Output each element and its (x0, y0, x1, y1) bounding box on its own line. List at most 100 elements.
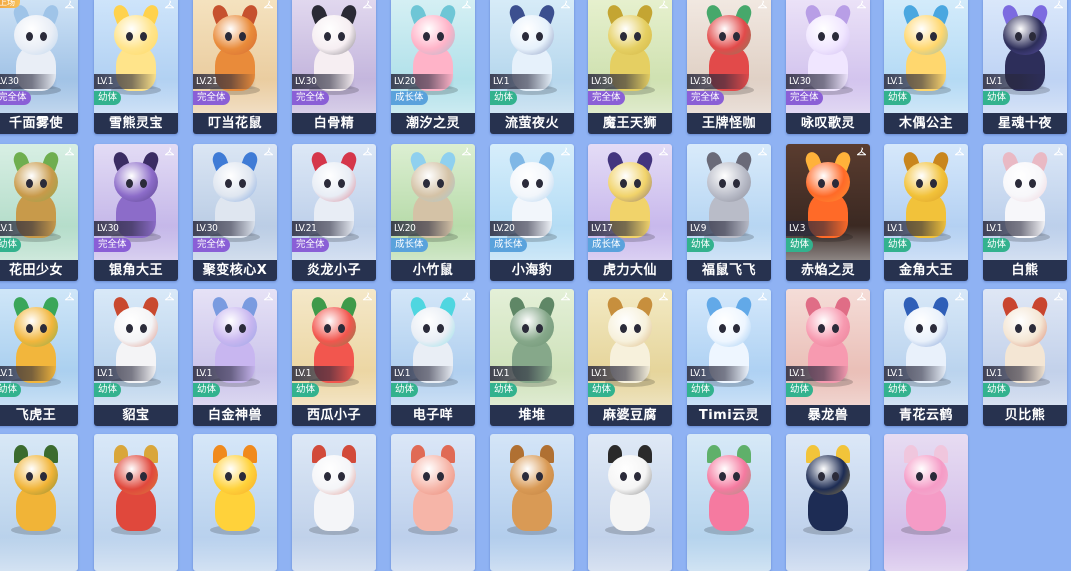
pet-stage-badge: 成长体 (490, 238, 527, 252)
pet-stage-badge: 完全体 (94, 238, 131, 252)
hanger-icon (65, 0, 74, 9)
pet-card[interactable]: LV.1 幼体 西瓜小子 (292, 289, 376, 426)
pet-card[interactable]: LV.1 幼体 电子咩 (391, 289, 475, 426)
pet-stage-badge: 完全体 (193, 91, 230, 105)
hanger-icon (165, 292, 174, 301)
hanger-icon (955, 292, 964, 301)
pet-name: 花田少女 (0, 260, 78, 281)
pet-card[interactable]: LV.1 幼体 贝比熊 (983, 289, 1067, 426)
pet-card[interactable]: LV.9 幼体 福鼠飞飞 (687, 144, 771, 281)
pet-card[interactable]: LV.1 幼体飞虎王 (0, 289, 78, 426)
pet-stage-badge: 幼体 (0, 383, 22, 397)
pet-stage-badge: 完全体 (588, 91, 625, 105)
pet-card[interactable]: LV.1 幼体 白熊 (983, 144, 1067, 281)
pet-name: 木偶公主 (884, 113, 968, 134)
pet-level: LV.1 (0, 366, 57, 381)
pet-name: 飞虎王 (0, 405, 78, 426)
hanger-icon (758, 292, 767, 301)
pet-name: 白金神兽 (193, 405, 277, 426)
pet-card[interactable]: LV.1 幼体 白金神兽 (193, 289, 277, 426)
hanger-icon (758, 0, 767, 9)
pet-name: 贝比熊 (983, 405, 1067, 426)
pet-card[interactable] (391, 434, 475, 571)
pet-card[interactable]: LV.17 成长体 虎力大仙 (588, 144, 672, 281)
pet-name: 雪熊灵宝 (94, 113, 178, 134)
pet-name: 叮当花鼠 (193, 113, 277, 134)
pet-card[interactable]: LV.1 幼体 麻婆豆腐 (588, 289, 672, 426)
pet-level: LV.1 (687, 366, 750, 381)
pet-level: LV.21 (292, 221, 355, 236)
pet-level: LV.1 (786, 366, 849, 381)
pet-card[interactable]: LV.30 完全体 王牌怪咖 (687, 0, 771, 134)
pet-card[interactable]: LV.1 幼体 雪熊灵宝 (94, 0, 178, 134)
pet-card[interactable]: LV.1 幼体花田少女 (0, 144, 78, 281)
pet-name: 暴龙兽 (786, 405, 870, 426)
pet-card[interactable] (490, 434, 574, 571)
pet-card[interactable]: 上场 LV.30 完全体千面雾使 (0, 0, 78, 134)
pet-name: 貂宝 (94, 405, 178, 426)
hanger-icon (955, 147, 964, 156)
pet-card[interactable]: LV.1 幼体 木偶公主 (884, 0, 968, 134)
pet-level: LV.30 (292, 74, 355, 89)
pet-level: LV.21 (193, 74, 256, 89)
pet-card[interactable]: LV.30 完全体 聚变核心X (193, 144, 277, 281)
pet-level: LV.1 (588, 366, 651, 381)
pet-card[interactable]: LV.30 完全体 魔王天狮 (588, 0, 672, 134)
pet-card[interactable]: LV.1 幼体 貂宝 (94, 289, 178, 426)
pet-portrait (94, 434, 178, 571)
pet-card[interactable]: LV.1 幼体 青花云鹤 (884, 289, 968, 426)
pet-card[interactable]: LV.21 完全体 炎龙小子 (292, 144, 376, 281)
pet-card[interactable]: LV.1 幼体 星魂十夜 (983, 0, 1067, 134)
pet-stage-badge: 幼体 (983, 91, 1011, 105)
pet-name: 潮汐之灵 (391, 113, 475, 134)
pet-stage-badge: 幼体 (391, 383, 419, 397)
pet-card[interactable] (588, 434, 672, 571)
pet-stage-badge: 幼体 (94, 383, 122, 397)
pet-card[interactable]: LV.1 幼体 流萤夜火 (490, 0, 574, 134)
pet-card[interactable]: LV.20 成长体 潮汐之灵 (391, 0, 475, 134)
pet-card[interactable]: LV.20 成长体 小竹鼠 (391, 144, 475, 281)
pet-card[interactable]: LV.30 完全体 银角大王 (94, 144, 178, 281)
pet-card[interactable] (94, 434, 178, 571)
pet-card[interactable]: LV.30 完全体 白骨精 (292, 0, 376, 134)
hanger-icon (65, 292, 74, 301)
pet-level: LV.30 (94, 221, 157, 236)
pet-stage-badge: 完全体 (292, 238, 329, 252)
pet-card[interactable] (687, 434, 771, 571)
pet-card[interactable]: LV.1 幼体 金角大王 (884, 144, 968, 281)
pet-card[interactable]: LV.30 完全体 咏叹歌灵 (786, 0, 870, 134)
pet-stage-badge: 幼体 (687, 238, 715, 252)
pet-level: LV.1 (983, 74, 1046, 89)
pet-level: LV.17 (588, 221, 651, 236)
hanger-icon (264, 147, 273, 156)
pet-stage-badge: 幼体 (687, 383, 715, 397)
pet-stage-badge: 幼体 (884, 383, 912, 397)
pet-level: LV.1 (884, 221, 947, 236)
pet-card[interactable] (292, 434, 376, 571)
pet-card[interactable] (193, 434, 277, 571)
pet-stage-badge: 幼体 (983, 238, 1011, 252)
pet-level: LV.1 (884, 366, 947, 381)
pet-card[interactable] (0, 434, 78, 571)
pet-card[interactable]: LV.20 成长体 小海豹 (490, 144, 574, 281)
hanger-icon (363, 292, 372, 301)
pet-card[interactable]: LV.1 幼体 Timi云灵 (687, 289, 771, 426)
pet-name: 赤焰之灵 (786, 260, 870, 281)
pet-level: LV.1 (193, 366, 256, 381)
pet-card[interactable] (786, 434, 870, 571)
pet-card[interactable]: LV.21 完全体叮当花鼠 (193, 0, 277, 134)
pet-level: LV.20 (490, 221, 553, 236)
pet-card[interactable]: LV.1 幼体 暴龙兽 (786, 289, 870, 426)
pet-level: LV.1 (391, 366, 454, 381)
pet-card[interactable] (884, 434, 968, 571)
pet-card[interactable]: LV.3 幼体 赤焰之灵 (786, 144, 870, 281)
pet-stage-badge: 幼体 (588, 383, 616, 397)
pet-stage-badge: 幼体 (292, 383, 320, 397)
pet-level: LV.1 (490, 366, 553, 381)
hanger-icon (561, 292, 570, 301)
pet-stage-badge: 完全体 (193, 238, 230, 252)
pet-card[interactable]: LV.1 幼体 堆堆 (490, 289, 574, 426)
pet-stage-badge: 幼体 (490, 383, 518, 397)
pet-name: 咏叹歌灵 (786, 113, 870, 134)
pet-level: LV.9 (687, 221, 750, 236)
